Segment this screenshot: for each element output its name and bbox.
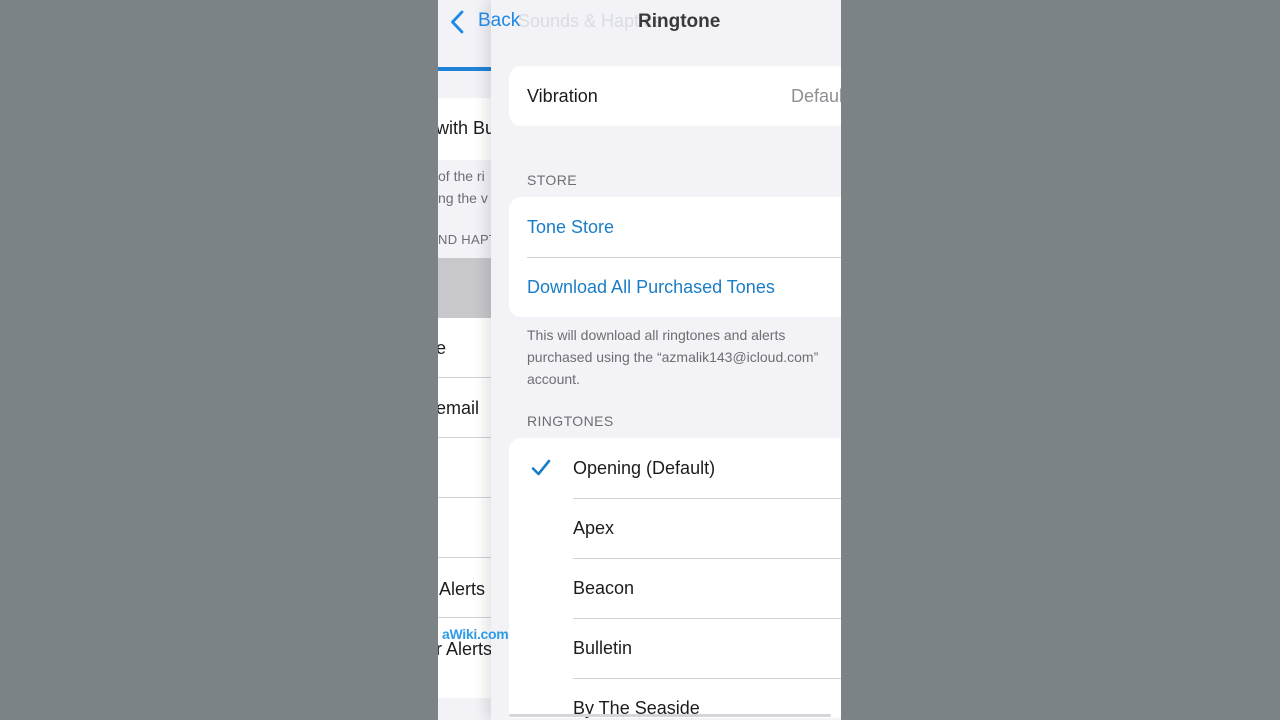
previous-cell-label: r Alerts xyxy=(438,639,491,659)
phone-screen: with Bu of the ri ng the v ND HAPT e ema… xyxy=(438,0,841,720)
ringtone-row[interactable]: By The Seaside xyxy=(509,678,841,718)
previous-cell-highlighted[interactable] xyxy=(438,258,491,318)
ringtone-page: Vibration Default STORE Tone Store Downl… xyxy=(491,0,841,720)
previous-footer-line: of the ri xyxy=(438,168,485,184)
vibration-label: Vibration xyxy=(527,85,598,106)
previous-page: with Bu of the ri ng the v ND HAPT e ema… xyxy=(438,0,491,720)
letterbox-left xyxy=(0,0,438,720)
store-section-header: STORE xyxy=(527,172,577,188)
ringtone-name: Opening (Default) xyxy=(573,458,716,478)
tab-indicator xyxy=(438,67,491,71)
previous-cell[interactable]: with Bu xyxy=(438,98,491,160)
previous-section-header: ND HAPT xyxy=(438,232,491,247)
checkmark-icon xyxy=(531,459,551,476)
separator xyxy=(438,557,491,558)
ringtone-name: Apex xyxy=(573,518,615,538)
download-all-row[interactable]: Download All Purchased Tones xyxy=(509,257,841,317)
vibration-row[interactable]: Vibration Default xyxy=(509,66,841,126)
previous-cell-label: e xyxy=(438,338,447,358)
vibration-group: Vibration Default xyxy=(509,66,841,126)
home-indicator xyxy=(509,714,831,717)
separator xyxy=(438,437,491,438)
download-all-purchased-tones-link[interactable]: Download All Purchased Tones xyxy=(527,277,775,298)
previous-cell-label: with Bu xyxy=(438,118,491,138)
back-label: Back xyxy=(478,10,521,31)
letterbox-right xyxy=(841,0,1280,720)
chevron-left-icon xyxy=(451,10,464,34)
ringtones-section-header: RINGTONES xyxy=(527,413,614,429)
separator xyxy=(438,497,491,498)
tone-store-row[interactable]: Tone Store xyxy=(509,197,841,257)
ringtones-list: Opening (Default) Apex Beacon Bulletin B… xyxy=(509,438,841,718)
ringtone-name: Bulletin xyxy=(573,638,633,658)
store-footnote: This will download all ringtones and ale… xyxy=(527,327,819,387)
store-group: Tone Store Download All Purchased Tones xyxy=(509,197,841,317)
previous-cell-label: Alerts xyxy=(439,579,486,599)
ringtone-row[interactable]: Opening (Default) xyxy=(509,438,841,498)
separator xyxy=(438,377,491,378)
ringtone-row[interactable]: Apex xyxy=(509,498,841,558)
watermark: aWiki.com xyxy=(442,626,509,642)
page-title: Ringtone xyxy=(638,11,721,32)
ringtone-row[interactable]: Bulletin xyxy=(509,618,841,678)
previous-footer-line: ng the v xyxy=(438,190,488,206)
tone-store-link[interactable]: Tone Store xyxy=(527,217,614,238)
ringtone-row[interactable]: Beacon xyxy=(509,558,841,618)
vibration-value: Default xyxy=(791,85,841,106)
ringtone-name: Beacon xyxy=(573,578,635,598)
previous-cell-label: email xyxy=(438,398,480,418)
separator xyxy=(438,617,491,618)
